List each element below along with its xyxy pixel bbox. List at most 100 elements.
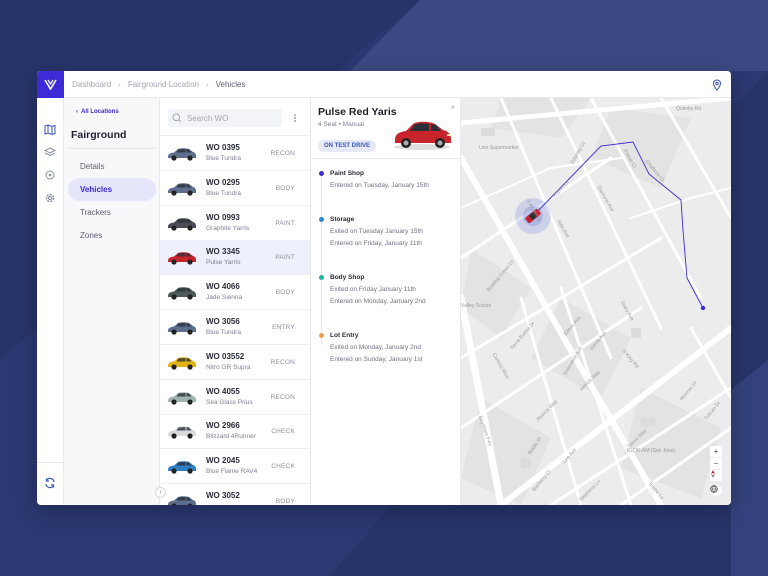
map-icon[interactable] [43,122,57,136]
vehicle-row[interactable]: WO 2966 Blizzard 4Runner CHECK [160,414,310,450]
vehicle-status: RECON [270,358,295,366]
breadcrumb: Dashboard › Fairground Location › Vehicl… [72,71,245,98]
vehicle-subtitle: 4 Seat • Manual [318,121,364,128]
vehicle-row[interactable]: WO 0295 Blue Tundra BODY [160,171,310,206]
zoom-in-button[interactable]: + [710,446,722,457]
vehicle-image [394,121,451,150]
map-street-label: Quimby Rd [676,106,702,112]
gear-icon[interactable] [43,191,57,205]
vehicle-row[interactable]: WO 0993 Graphite Yarris PAINT [160,206,310,241]
vehicle-thumbnail [168,183,196,196]
timeline-title: Lot Entry [330,332,359,339]
location-title: Fairground [71,129,127,141]
vehicle-name: Blue Tundra [206,189,242,197]
app-logo[interactable] [37,71,64,98]
work-order-number: WO 3056 [206,317,240,326]
work-order-number: WO 03552 [206,351,245,361]
work-order-number: WO 3345 [206,247,240,257]
timeline-entry: Exited on Tuesday January 15th [330,228,423,235]
vehicle-row[interactable]: WO 0395 Blue Tundra RECON [160,136,310,171]
chevron-right-icon: › [205,80,209,89]
top-bar: Dashboard › Fairground Location › Vehicl… [37,71,731,98]
sync-icon[interactable] [43,476,57,490]
search-box[interactable] [168,109,282,127]
breadcrumb-vehicles: Vehicles [215,80,246,89]
vehicle-row[interactable]: WO 03552 Nitro GR Supra RECON [160,345,310,380]
vehicle-row[interactable]: WO 3345 Pulse Yarris PAINT [160,240,310,276]
chevron-left-icon: ‹ [159,489,162,496]
vehicle-status: BODY [275,184,295,192]
collapse-panel-button[interactable]: ‹ [155,487,166,498]
icon-rail [37,98,64,505]
map-view[interactable]: Quimby Rd Lion Supermarket Edgeley Ct Pinne… [461,98,731,505]
work-order-number: WO 0993 [206,212,240,222]
breadcrumb-dashboard[interactable]: Dashboard [72,80,111,89]
search-input[interactable] [187,113,277,123]
breadcrumb-location[interactable]: Fairground Location [128,80,199,89]
work-order-number: WO 4066 [206,282,240,292]
all-locations-label: All Locations [81,109,119,115]
vehicle-status: CHECK [271,428,295,436]
nav-item-vehicles[interactable]: Vehicles [68,178,156,201]
detail-header: Pulse Red Yaris 4 Seat • Manual ON TEST … [311,98,460,159]
timeline-entry: Entered on Sunday, January 1st [330,355,423,363]
target-icon[interactable] [43,168,57,182]
close-icon[interactable]: × [450,103,455,112]
vehicle-name: Pulse Yarris [206,259,241,267]
vehicle-status: PAINT [275,254,295,262]
timeline-dot [319,275,324,280]
timeline-entry: Entered on Friday, January 11th [330,239,422,247]
vehicle-status: CHECK [271,463,295,471]
vehicle-thumbnail [168,391,196,405]
work-order-number: WO 2045 [206,456,240,466]
vehicle-name: Sea Glass Prius [206,398,253,406]
globe-icon[interactable] [710,485,722,496]
timeline-title: Paint Shop [330,170,364,177]
timeline-track [321,175,322,345]
vehicle-status: BODY [275,289,295,297]
vehicle-row[interactable]: WO 3056 Blue Tundra ENTRY [160,310,310,345]
layers-icon[interactable] [43,145,57,159]
vehicle-row[interactable]: WO 4055 Sea Glass Prius RECON [160,380,310,415]
timeline-dot [319,217,324,222]
work-order-number: WO 3052 [206,491,240,500]
status-badge: ON TEST DRIVE [318,140,377,152]
vehicle-thumbnail [168,496,196,505]
timeline-dot [319,171,324,176]
street-map [461,98,731,505]
vehicle-thumbnail [168,426,196,439]
vehicle-thumbnail [168,148,196,161]
vehicle-detail: Pulse Red Yaris 4 Seat • Manual ON TEST … [311,98,461,505]
vehicle-name: Blue Tundra [206,155,242,162]
chevron-right-icon: › [118,80,121,89]
map-street-label: Valley School [461,303,491,309]
compass-icon[interactable] [710,470,722,481]
vehicle-status: PAINT [275,219,295,227]
nav-item-details[interactable]: Details [68,155,156,178]
vehicle-name: Graphite Yarris [206,224,250,232]
vehicle-row[interactable]: WO 3052 BODY [160,484,310,505]
vehicle-name: Blue Flame RAV4 [206,468,258,476]
work-order-number: WO 4055 [206,386,240,396]
search-icon [172,113,182,123]
all-locations-link[interactable]: ‹ All Locations [76,109,119,115]
more-options-icon[interactable] [293,113,297,123]
vehicle-thumbnail [168,217,196,231]
app-window: Dashboard › Fairground Location › Vehicl… [37,71,731,505]
timeline-entry: Entered on Monday, January 2nd [330,297,426,305]
vehicle-thumbnail [168,287,196,300]
vehicle-thumbnail [168,357,196,370]
vehicle-status: RECON [270,393,295,401]
timeline-entry: Entered on Tuesday, January 15th [330,182,429,189]
vehicle-row[interactable]: WO 2045 Blue Flame RAV4 CHECK [160,449,310,485]
zoom-out-button[interactable]: − [710,458,722,469]
rail-divider [37,462,64,463]
vehicle-row[interactable]: WO 4066 Jade Sienna BODY [160,275,310,311]
location-pin-icon[interactable] [711,79,723,91]
nav-item-trackers[interactable]: Trackers [68,201,156,224]
nav-item-zones[interactable]: Zones [68,224,156,247]
vehicle-list: WO 0395 Blue Tundra RECON WO 0295 Blue Tundr… [160,98,311,505]
logo-icon [44,79,57,90]
vehicle-name: Jade Sienna [206,294,243,302]
vehicle-status: ENTRY [272,324,295,331]
